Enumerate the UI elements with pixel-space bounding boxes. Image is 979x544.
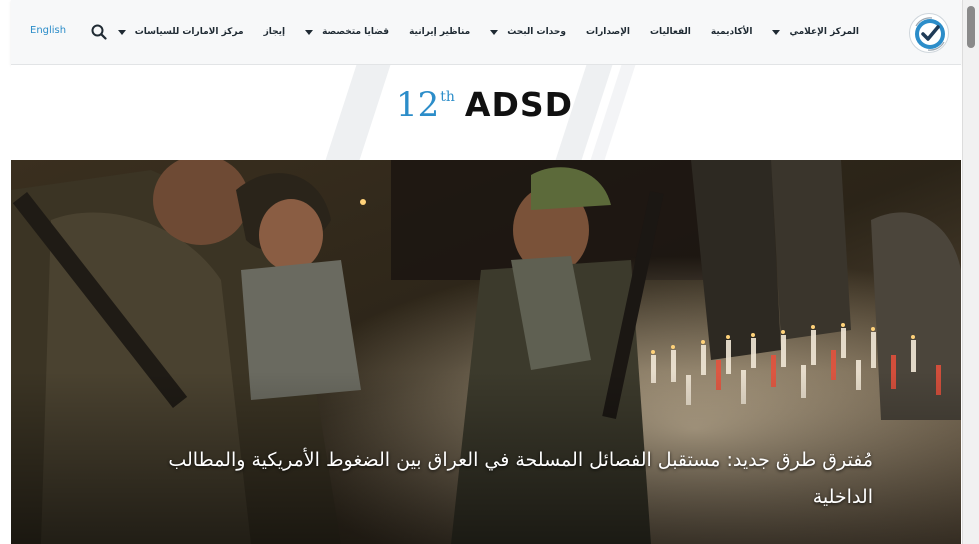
nav-item-label: الأكاديمية bbox=[710, 27, 753, 37]
nav-item-publications[interactable]: الإصدارات bbox=[576, 27, 640, 37]
main-nav: مركز الامارات للسياسات إيجاز قضايا متخصص… bbox=[108, 0, 869, 64]
top-navbar: مركز الامارات للسياسات إيجاز قضايا متخصص… bbox=[11, 0, 961, 65]
page-scrollbar[interactable] bbox=[962, 0, 979, 544]
search-icon-graphic bbox=[91, 24, 107, 40]
chevron-down-icon bbox=[117, 29, 126, 35]
chevron-down-icon bbox=[772, 29, 781, 35]
nav-item-label: قضايا متخصصة bbox=[322, 27, 390, 37]
nav-item-label: مركز الامارات للسياسات bbox=[134, 27, 244, 37]
nav-item-label: المركز الإعلامي bbox=[789, 27, 859, 37]
nav-item-label: إيجاز bbox=[263, 27, 286, 37]
nav-item-media-center[interactable]: المركز الإعلامي bbox=[762, 27, 869, 37]
chevron-down-icon bbox=[305, 29, 314, 35]
nav-item-iranian-perspectives[interactable]: مناظير إيرانية bbox=[399, 27, 480, 37]
nav-item-label: مناظير إيرانية bbox=[409, 27, 471, 37]
banner-number: 12 bbox=[396, 85, 440, 125]
search-icon[interactable] bbox=[91, 24, 107, 40]
nav-item-label: الإصدارات bbox=[585, 27, 631, 37]
adsd-banner[interactable]: 12 th ADSD bbox=[11, 65, 961, 160]
banner-text: ADSD bbox=[464, 85, 574, 124]
chevron-down-icon bbox=[490, 29, 499, 35]
nav-item-events[interactable]: الفعاليات bbox=[640, 27, 701, 37]
nav-item-label: الفعاليات bbox=[650, 27, 691, 37]
nav-item-brief[interactable]: إيجاز bbox=[254, 27, 296, 37]
nav-item-research-units[interactable]: وحدات البحث bbox=[480, 27, 576, 37]
banner-suffix: th bbox=[440, 89, 455, 105]
hero-headline[interactable]: مُفترق طرق جديد: مستقبل الفصائل المسلحة … bbox=[153, 442, 873, 516]
page: مركز الامارات للسياسات إيجاز قضايا متخصص… bbox=[0, 0, 979, 544]
scrollbar-thumb[interactable] bbox=[967, 6, 975, 48]
nav-item-eps[interactable]: مركز الامارات للسياسات bbox=[108, 27, 254, 37]
nav-item-special-issues[interactable]: قضايا متخصصة bbox=[295, 27, 399, 37]
nav-item-academy[interactable]: الأكاديمية bbox=[701, 27, 763, 37]
banner-title: 12 th ADSD bbox=[396, 85, 573, 125]
banner-stripe bbox=[325, 65, 391, 160]
hero-feature[interactable]: مُفترق طرق جديد: مستقبل الفصائل المسلحة … bbox=[11, 160, 961, 544]
nav-item-label: وحدات البحث bbox=[507, 27, 566, 37]
logo-graphic bbox=[915, 17, 945, 51]
eps-logo-icon[interactable] bbox=[909, 13, 949, 53]
language-switch-link[interactable]: English bbox=[30, 25, 66, 36]
